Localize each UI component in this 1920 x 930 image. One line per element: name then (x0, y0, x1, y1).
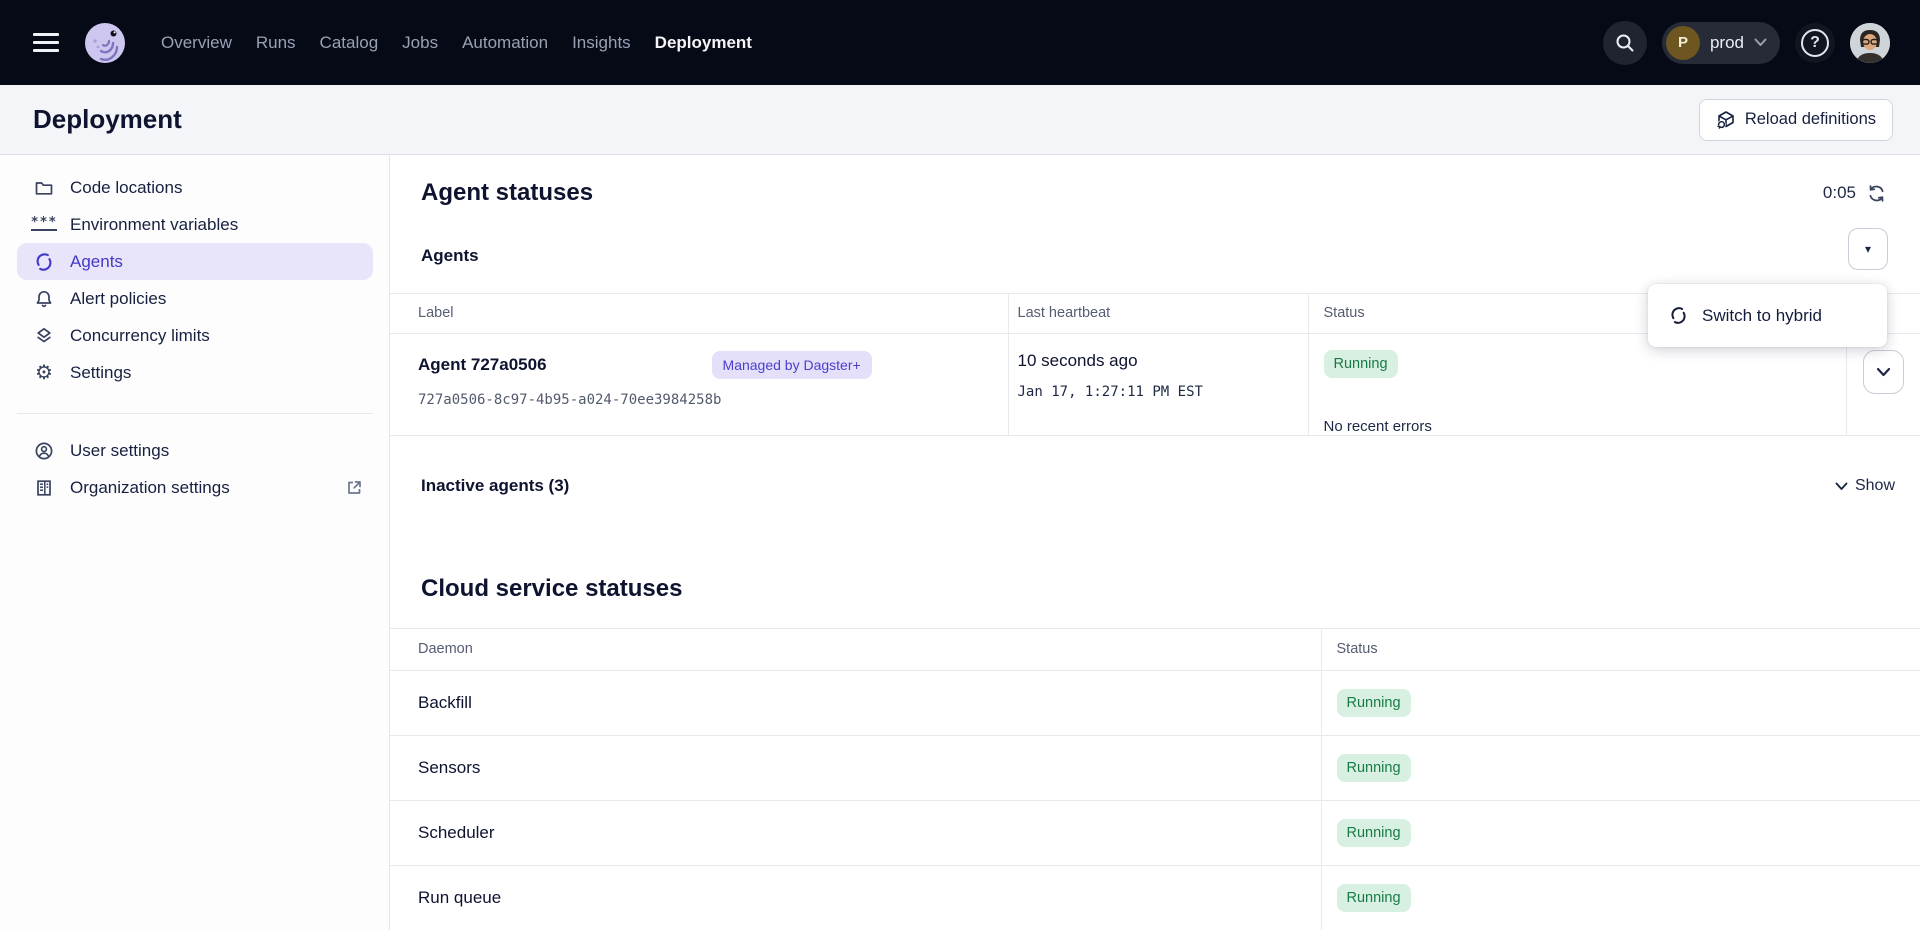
gear-icon: ⚙ (33, 362, 55, 384)
nav-item-deployment[interactable]: Deployment (655, 33, 752, 53)
sidebar-item-label: Organization settings (70, 478, 230, 498)
nav-item-automation[interactable]: Automation (462, 33, 548, 53)
heartbeat-relative: 10 seconds ago (1018, 351, 1308, 371)
help-icon: ? (1801, 29, 1829, 57)
sidebar-divider (17, 413, 373, 414)
heartbeat-timestamp: Jan 17, 1:27:11 PM EST (1018, 384, 1308, 400)
agent-row: Agent 727a0506 Managed by Dagster+ 727a0… (390, 334, 1920, 436)
inactive-agents-label: Inactive agents (3) (421, 476, 569, 496)
cloud-services-table: Daemon Status Backfill Running Sensors R… (390, 628, 1920, 930)
sidebar-item-label: User settings (70, 441, 169, 461)
countdown-value: 0:05 (1823, 183, 1856, 203)
sidebar-item-label: Code locations (70, 178, 182, 198)
caret-down-icon: ▾ (1865, 242, 1871, 256)
refresh-countdown: 0:05 (1823, 183, 1887, 204)
daemon-name: Sensors (418, 758, 480, 777)
dagster-logo[interactable] (83, 21, 127, 65)
sidebar-item-settings[interactable]: ⚙ Settings (17, 354, 373, 391)
nav-item-jobs[interactable]: Jobs (402, 33, 438, 53)
column-header-last-heartbeat: Last heartbeat (1008, 294, 1308, 334)
bell-icon (33, 288, 55, 310)
sidebar-item-label: Alert policies (70, 289, 166, 309)
layers-icon (33, 325, 55, 347)
folder-icon (33, 177, 55, 199)
agent-row-dropdown-button[interactable] (1863, 350, 1904, 394)
agent-statuses-title: Agent statuses (421, 179, 593, 207)
deployment-sidebar: Code locations *** Environment variables… (0, 155, 390, 930)
daemon-status-badge: Running (1337, 884, 1411, 912)
deployment-name: prod (1710, 33, 1744, 53)
inactive-agents-section: Inactive agents (3) Show (421, 471, 1895, 501)
deployment-avatar: P (1666, 26, 1700, 60)
nav-item-overview[interactable]: Overview (161, 33, 232, 53)
column-header-status: Status (1321, 629, 1920, 671)
person-icon (33, 440, 55, 462)
sidebar-item-label: Agents (70, 252, 123, 272)
agent-uuid: 727a0506-8c97-4b95-a024-70ee3984258b (418, 392, 1008, 408)
sidebar-item-code-locations[interactable]: Code locations (17, 169, 373, 206)
cloud-service-statuses-title: Cloud service statuses (421, 575, 682, 603)
daemon-row: Scheduler Running (390, 801, 1920, 866)
deployment-switcher[interactable]: P prod (1662, 22, 1780, 64)
top-nav: Overview Runs Catalog Jobs Automation In… (0, 0, 1920, 85)
sidebar-item-alert-policies[interactable]: Alert policies (17, 280, 373, 317)
daemon-name: Run queue (418, 888, 501, 907)
deployment-content: Agent statuses 0:05 Agents ▾ Label (390, 155, 1920, 930)
sidebar-item-user-settings[interactable]: User settings (17, 432, 373, 469)
primary-nav: Overview Runs Catalog Jobs Automation In… (161, 33, 752, 53)
agent-status-badge: Running (1324, 350, 1398, 378)
sidebar-item-organization-settings[interactable]: Organization settings (17, 469, 373, 506)
user-avatar[interactable] (1850, 23, 1890, 63)
daemon-status-badge: Running (1337, 754, 1411, 782)
page-header: Deployment Reload definitions (0, 85, 1920, 155)
agents-subheading: Agents (421, 246, 479, 266)
daemon-row: Sensors Running (390, 736, 1920, 801)
env-vars-icon: *** (33, 214, 55, 236)
refresh-icon[interactable] (1866, 183, 1887, 204)
show-label: Show (1855, 477, 1895, 495)
chevron-down-icon (1754, 38, 1767, 47)
daemon-row: Backfill Running (390, 671, 1920, 736)
daemon-row: Run queue Running (390, 866, 1920, 930)
sidebar-item-agents[interactable]: Agents (17, 243, 373, 280)
daemon-name: Backfill (418, 693, 472, 712)
daemon-status-badge: Running (1337, 819, 1411, 847)
sidebar-item-label: Concurrency limits (70, 326, 210, 346)
menu-item-switch-to-hybrid[interactable]: Switch to hybrid (1702, 306, 1822, 326)
building-icon (33, 477, 55, 499)
agent-swap-icon (33, 251, 55, 273)
reload-definitions-label: Reload definitions (1745, 110, 1876, 129)
agent-swap-icon (1669, 306, 1688, 325)
nav-item-insights[interactable]: Insights (572, 33, 631, 53)
external-link-icon (346, 479, 363, 496)
search-button[interactable] (1603, 21, 1647, 65)
column-header-daemon: Daemon (390, 629, 1321, 671)
chevron-down-icon (1835, 482, 1848, 491)
sidebar-item-label: Settings (70, 363, 131, 383)
inactive-agents-show-toggle[interactable]: Show (1835, 477, 1895, 495)
daemon-status-badge: Running (1337, 689, 1411, 717)
agent-status-note: No recent errors (1324, 418, 1846, 435)
sidebar-item-concurrency-limits[interactable]: Concurrency limits (17, 317, 373, 354)
nav-right-cluster: P prod ? (1603, 21, 1890, 65)
chevron-down-icon (1876, 367, 1891, 377)
sidebar-item-label: Environment variables (70, 215, 238, 235)
search-icon (1614, 32, 1636, 54)
page-title: Deployment (33, 104, 182, 135)
agent-name: Agent 727a0506 (418, 355, 547, 375)
reload-definitions-button[interactable]: Reload definitions (1699, 99, 1893, 141)
agents-actions-dropdown-button[interactable]: ▾ (1848, 228, 1888, 270)
daemon-name: Scheduler (418, 823, 495, 842)
reload-package-icon (1716, 110, 1736, 130)
sidebar-item-environment-variables[interactable]: *** Environment variables (17, 206, 373, 243)
nav-item-catalog[interactable]: Catalog (320, 33, 379, 53)
nav-item-runs[interactable]: Runs (256, 33, 296, 53)
hamburger-menu-icon[interactable] (33, 33, 59, 52)
help-button[interactable]: ? (1795, 23, 1835, 63)
agents-actions-menu: Switch to hybrid (1648, 284, 1887, 347)
column-header-label: Label (390, 294, 1008, 334)
managed-badge: Managed by Dagster+ (712, 351, 872, 379)
